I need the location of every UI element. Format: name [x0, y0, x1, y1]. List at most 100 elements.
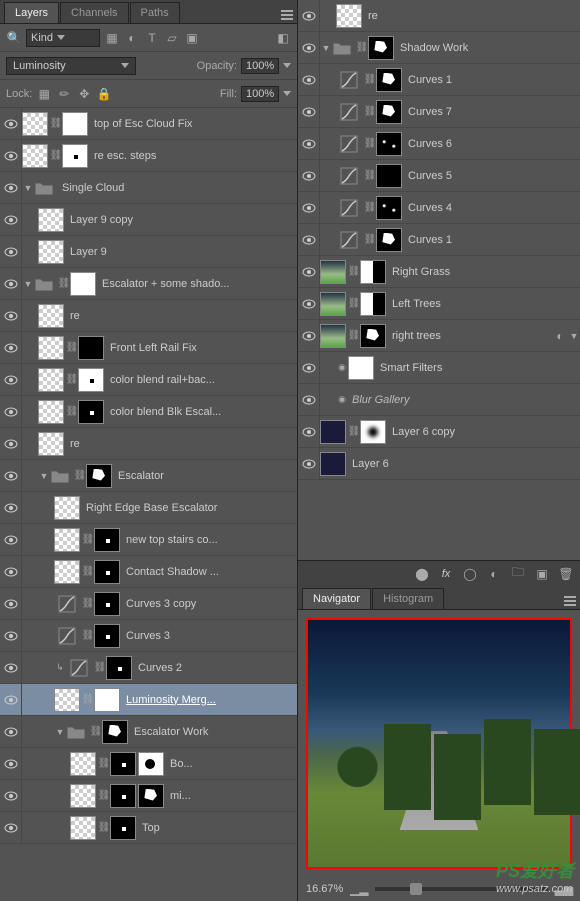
- layer-row[interactable]: ⛓Curves 4: [298, 192, 580, 224]
- layer-name[interactable]: Right Grass: [388, 266, 580, 278]
- link-icon[interactable]: ⛓: [94, 656, 106, 680]
- layer-thumbnail[interactable]: [376, 196, 402, 220]
- layer-thumbnail[interactable]: [54, 496, 80, 520]
- layer-row[interactable]: re: [298, 0, 580, 32]
- link-icon[interactable]: ⛓: [66, 400, 78, 424]
- visibility-toggle[interactable]: [0, 716, 22, 748]
- layer-row[interactable]: ▼⛓Escalator Work: [0, 716, 297, 748]
- tab-paths[interactable]: Paths: [130, 2, 180, 23]
- layer-row[interactable]: ▼⛓Escalator + some shado...: [0, 268, 297, 300]
- layer-name[interactable]: Shadow Work: [396, 42, 580, 54]
- visibility-toggle[interactable]: [298, 0, 320, 32]
- layer-thumbnail[interactable]: [94, 688, 120, 712]
- visibility-toggle[interactable]: [298, 32, 320, 64]
- visibility-toggle[interactable]: [0, 332, 22, 364]
- link-icon[interactable]: ⛓: [66, 336, 78, 360]
- layer-name[interactable]: Curves 5: [404, 170, 580, 182]
- visibility-toggle[interactable]: [0, 588, 22, 620]
- layer-row[interactable]: ↳⛓Curves 2: [0, 652, 297, 684]
- link-icon[interactable]: ⛓: [50, 144, 62, 168]
- layer-row[interactable]: ⛓top of Esc Cloud Fix: [0, 108, 297, 140]
- layer-name[interactable]: re: [66, 438, 297, 450]
- visibility-toggle[interactable]: [298, 320, 320, 352]
- opacity-flyout-icon[interactable]: [283, 63, 291, 68]
- nav-menu-icon[interactable]: [564, 593, 580, 609]
- layer-name[interactable]: Left Trees: [388, 298, 580, 310]
- layer-row[interactable]: ▼Single Cloud: [0, 172, 297, 204]
- layer-thumbnail[interactable]: [38, 208, 64, 232]
- fx-icon[interactable]: fx: [438, 566, 454, 582]
- layer-thumbnail[interactable]: [110, 752, 136, 776]
- layer-row[interactable]: ⛓Left Trees: [298, 288, 580, 320]
- layer-thumbnail[interactable]: [360, 260, 386, 284]
- layer-name[interactable]: Layer 9 copy: [66, 214, 297, 226]
- layer-row[interactable]: ⛓ Curves 5: [298, 160, 580, 192]
- layer-row[interactable]: ◉Blur Gallery: [298, 384, 580, 416]
- visibility-toggle[interactable]: [298, 416, 320, 448]
- visibility-toggle[interactable]: [0, 428, 22, 460]
- layer-row[interactable]: ⛓Curves 1: [298, 64, 580, 96]
- filter-smart-icon[interactable]: ▣: [184, 30, 200, 46]
- visibility-toggle[interactable]: [0, 556, 22, 588]
- visibility-toggle[interactable]: [0, 652, 22, 684]
- layer-name[interactable]: Curves 7: [404, 106, 580, 118]
- visibility-toggle[interactable]: [0, 268, 22, 300]
- layer-row[interactable]: ▼ ⛓ Shadow Work: [298, 32, 580, 64]
- layer-row[interactable]: ⛓Front Left Rail Fix: [0, 332, 297, 364]
- filter-type-icon[interactable]: T: [144, 30, 160, 46]
- visibility-toggle[interactable]: [0, 492, 22, 524]
- visibility-toggle[interactable]: [298, 288, 320, 320]
- layer-thumbnail[interactable]: [320, 420, 346, 444]
- layer-thumbnail[interactable]: [94, 560, 120, 584]
- filter-pixel-icon[interactable]: ▦: [104, 30, 120, 46]
- layer-thumbnail[interactable]: [38, 400, 64, 424]
- layer-row[interactable]: Layer 6: [298, 448, 580, 480]
- link-icon[interactable]: ⛓: [356, 36, 368, 60]
- layer-list-left[interactable]: ⛓top of Esc Cloud Fix⛓re esc. steps▼Sing…: [0, 108, 297, 901]
- link-icon[interactable]: ⛓: [364, 196, 376, 220]
- visibility-toggle[interactable]: [0, 300, 22, 332]
- link-icon[interactable]: ⛓: [82, 592, 94, 616]
- expand-arrow-icon[interactable]: ▼: [320, 43, 332, 53]
- layer-row[interactable]: re: [0, 428, 297, 460]
- visibility-toggle[interactable]: [0, 140, 22, 172]
- layer-thumbnail[interactable]: [138, 784, 164, 808]
- layer-name[interactable]: Layer 6: [348, 458, 580, 470]
- filter-toggle-icon[interactable]: ◧: [275, 30, 291, 46]
- layer-name[interactable]: Contact Shadow ...: [122, 566, 297, 578]
- layer-row[interactable]: ⛓Bo...: [0, 748, 297, 780]
- layer-thumbnail[interactable]: [94, 624, 120, 648]
- layer-thumbnail[interactable]: [70, 784, 96, 808]
- link-icon[interactable]: ⛓: [348, 260, 360, 284]
- lock-transparency-icon[interactable]: ▦: [36, 86, 52, 102]
- group-icon[interactable]: 🗀: [510, 566, 526, 582]
- visibility-toggle[interactable]: [298, 224, 320, 256]
- layer-row[interactable]: ⛓right trees◐▼: [298, 320, 580, 352]
- visibility-toggle[interactable]: [0, 812, 22, 844]
- layer-thumbnail[interactable]: [320, 324, 346, 348]
- layer-row[interactable]: ⛓color blend rail+bac...: [0, 364, 297, 396]
- visibility-toggle[interactable]: [0, 620, 22, 652]
- visibility-toggle[interactable]: [0, 108, 22, 140]
- layer-thumbnail[interactable]: [70, 752, 96, 776]
- link-icon[interactable]: ⛓: [74, 464, 86, 488]
- visibility-toggle[interactable]: [298, 64, 320, 96]
- layer-name[interactable]: Layer 6 copy: [388, 426, 580, 438]
- layer-name[interactable]: color blend rail+bac...: [106, 374, 297, 386]
- adjustment-icon[interactable]: ◐: [486, 566, 502, 582]
- layer-name[interactable]: Escalator Work: [130, 726, 297, 738]
- layer-name[interactable]: Curves 1: [404, 234, 580, 246]
- layer-thumbnail[interactable]: [102, 720, 128, 744]
- link-icon[interactable]: ⛓: [364, 164, 376, 188]
- visibility-toggle[interactable]: [0, 524, 22, 556]
- tab-histogram[interactable]: Histogram: [372, 588, 444, 609]
- visibility-toggle[interactable]: [0, 748, 22, 780]
- layer-row[interactable]: Layer 9 copy: [0, 204, 297, 236]
- layer-name[interactable]: new top stairs co...: [122, 534, 297, 546]
- layer-name[interactable]: mi...: [166, 790, 297, 802]
- expand-arrow-icon[interactable]: ▼: [22, 183, 34, 193]
- layer-row[interactable]: ⛓Curves 7: [298, 96, 580, 128]
- layer-name[interactable]: Smart Filters: [376, 362, 580, 374]
- layer-thumbnail[interactable]: [38, 368, 64, 392]
- tab-navigator[interactable]: Navigator: [302, 588, 371, 609]
